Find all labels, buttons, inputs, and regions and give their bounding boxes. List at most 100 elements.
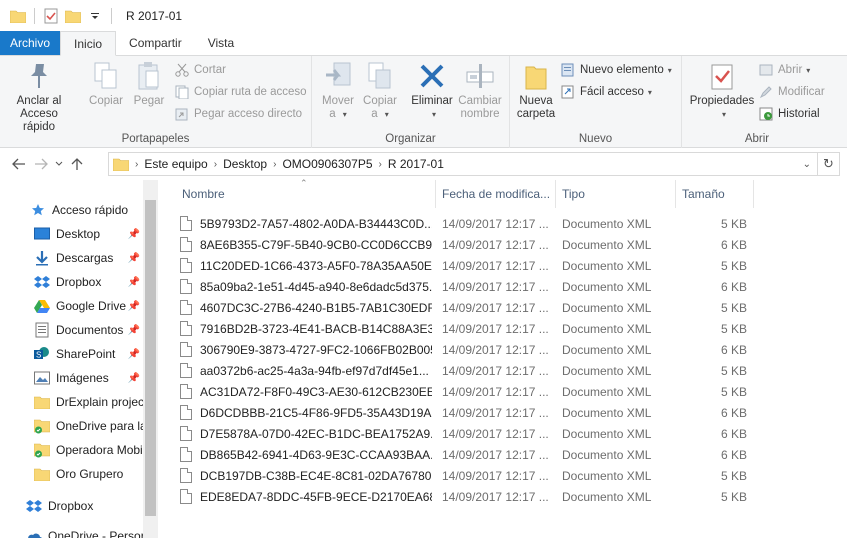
file-row[interactable]: AC31DA72-F8F0-49C3-AE30-612CB230EE... 14/… [180, 381, 755, 402]
paste-button[interactable]: Pegar [130, 60, 168, 108]
breadcrumb-omo[interactable]: OMO0906307P5 [282, 157, 372, 171]
file-name-cell: 306790E9-3873-4727-9FC2-1066FB02B005... [180, 339, 432, 360]
file-row[interactable]: EDE8EDA7-8DDC-45FB-9ECE-D2170EA68... 14/0… [180, 486, 755, 507]
nav-item-onedrive-personal[interactable]: OneDrive - Persor [26, 525, 143, 538]
nav-item-drexplain[interactable]: DrExplain projec [34, 391, 143, 413]
pin-icon[interactable]: 📌 [128, 253, 140, 264]
file-row[interactable]: 11C20DED-1C66-4373-A5F0-78A35AA50E... 14/… [180, 255, 755, 276]
file-name-cell: DB865B42-6941-4D63-9E3C-CCAA93BAA... [180, 444, 432, 465]
file-row[interactable]: aa0372b6-ac25-4a3a-94fb-ef97d7df45e1... 1… [180, 360, 755, 381]
properties-button[interactable]: Propiedades ▾ [686, 60, 758, 121]
column-header-date[interactable]: Fecha de modifica... [436, 180, 556, 208]
cut-button[interactable]: Cortar [174, 60, 226, 80]
new-folder-qat-icon[interactable] [65, 8, 81, 24]
file-row[interactable]: DB865B42-6941-4D63-9E3C-CCAA93BAA... 14/0… [180, 444, 755, 465]
pin-icon[interactable]: 📌 [128, 301, 140, 312]
new-folder-button[interactable]: Nueva carpeta [516, 60, 556, 121]
file-row[interactable]: 8AE6B355-C79F-5B40-9CB0-CC0D6CCB9... 14/0… [180, 234, 755, 255]
file-type: Documento XML [562, 300, 652, 315]
pin-icon[interactable]: 📌 [128, 373, 140, 384]
nav-item-descargas[interactable]: Descargas 📌 [34, 247, 143, 269]
open-button[interactable]: Abrir ▾ [758, 60, 810, 80]
nav-item-quick-access[interactable]: Acceso rápido [30, 199, 143, 221]
xml-file-icon [180, 489, 192, 504]
nav-label: Documentos [56, 323, 124, 337]
copy-to-button[interactable]: Copiar a ▾ [360, 60, 400, 121]
file-row[interactable]: 85a09ba2-1e51-4d45-a940-8e6dadc5d375... 1… [180, 276, 755, 297]
history-icon [758, 106, 774, 122]
pin-icon[interactable]: 📌 [128, 229, 140, 240]
tab-compartir[interactable]: Compartir [116, 31, 195, 55]
file-size: 6 KB [720, 405, 747, 420]
crumb-separator-icon[interactable]: › [379, 159, 382, 170]
new-item-button[interactable]: Nuevo elemento ▾ [560, 60, 672, 80]
new-folder-label-2: carpeta [516, 108, 556, 120]
pin-icon[interactable]: 📌 [128, 349, 140, 360]
file-date: 14/09/2017 12:17 ... [442, 258, 549, 273]
column-header-type[interactable]: Tipo [556, 180, 676, 208]
copy-button[interactable]: Copiar [86, 60, 126, 108]
file-row[interactable]: D6DCDBBB-21C5-4F86-9FD5-35A43D19A... 14/0… [180, 402, 755, 423]
move-to-icon [322, 60, 354, 92]
tab-archivo[interactable]: Archivo [0, 31, 61, 55]
back-arrow-icon[interactable] [8, 153, 30, 175]
history-label: Historial [778, 108, 820, 120]
nav-item-desktop[interactable]: Desktop 📌 [34, 223, 143, 245]
crumb-separator-icon[interactable]: › [135, 159, 138, 170]
column-header-name[interactable]: Nombre [176, 180, 436, 208]
copy-path-button[interactable]: Copiar ruta de acceso [174, 82, 307, 102]
crumb-separator-icon[interactable]: › [214, 159, 217, 170]
nav-item-dropbox[interactable]: Dropbox 📌 [34, 271, 143, 293]
file-row[interactable]: D7E5878A-07D0-42EC-B1DC-BEA1752A9... 14/0… [180, 423, 755, 444]
nav-item-google-drive[interactable]: Google Drive 📌 [34, 295, 143, 317]
rename-button[interactable]: Cambiar nombre [456, 60, 504, 121]
tab-vista[interactable]: Vista [195, 31, 247, 55]
refresh-icon[interactable]: ↻ [818, 152, 840, 176]
pin-quick-access-button[interactable]: Anclar al Acceso rápido [8, 60, 70, 134]
file-name-cell: AC31DA72-F8F0-49C3-AE30-612CB230EE... [180, 381, 432, 402]
crumb-separator-icon[interactable]: › [273, 159, 276, 170]
file-row[interactable]: 4607DC3C-27B6-4240-B1B5-7AB1C30EDF... 14/… [180, 297, 755, 318]
nav-item-oro-grupero[interactable]: Oro Grupero [34, 463, 143, 485]
nav-item-dropbox-root[interactable]: Dropbox [26, 495, 143, 517]
easy-access-button[interactable]: Fácil acceso ▾ [560, 82, 652, 102]
recent-locations-chevron-icon[interactable] [52, 153, 66, 175]
nav-scrollbar[interactable] [143, 180, 158, 538]
column-header-size[interactable]: Tamaño [676, 180, 754, 208]
pin-icon[interactable]: 📌 [128, 325, 140, 336]
breadcrumb-este-equipo[interactable]: Este equipo [144, 157, 207, 171]
file-row[interactable]: 306790E9-3873-4727-9FC2-1066FB02B005... 1… [180, 339, 755, 360]
breadcrumb-current[interactable]: R 2017-01 [388, 157, 444, 171]
address-dropdown-chevron-icon[interactable]: ⌄ [803, 159, 811, 170]
move-to-button[interactable]: Mover a ▾ [318, 60, 358, 121]
paste-shortcut-button[interactable]: Pegar acceso directo [174, 104, 302, 124]
file-list: ⌃ Nombre Fecha de modifica... Tipo Tamañ… [160, 178, 847, 538]
xml-file-icon [180, 237, 192, 252]
pin-icon[interactable]: 📌 [128, 277, 140, 288]
breadcrumb-desktop[interactable]: Desktop [223, 157, 267, 171]
customize-qat-icon[interactable] [87, 8, 103, 24]
address-bar[interactable]: › Este equipo › Desktop › OMO0906307P5 ›… [108, 152, 818, 176]
nav-item-onedrive-para-la[interactable]: OneDrive para la [34, 415, 143, 437]
nav-scrollbar-thumb[interactable] [145, 200, 156, 516]
up-arrow-icon[interactable] [66, 153, 88, 175]
nav-item-operadora[interactable]: Operadora Mobi [34, 439, 143, 461]
nav-item-sharepoint[interactable]: S SharePoint 📌 [34, 343, 143, 365]
history-button[interactable]: Historial [758, 104, 820, 124]
nav-item-imagenes[interactable]: Imágenes 📌 [34, 367, 143, 389]
properties-qat-icon[interactable] [43, 8, 59, 24]
file-row[interactable]: 5B9793D2-7A57-4802-A0DA-B34443C0D... 14/0… [180, 213, 755, 234]
delete-button[interactable]: Eliminar ▾ [409, 60, 455, 121]
open-icon [758, 62, 774, 78]
file-row[interactable]: 7916BD2B-3723-4E41-BACB-B14C88A3E3... 14/… [180, 318, 755, 339]
forward-arrow-icon[interactable] [30, 153, 52, 175]
file-row[interactable]: DCB197DB-C38B-EC4E-8C81-02DA76780... 14/0… [180, 465, 755, 486]
nav-item-documentos[interactable]: Documentos 📌 [34, 319, 143, 341]
xml-file-icon [180, 321, 192, 336]
modify-button[interactable]: Modificar [758, 82, 825, 102]
file-type: Documento XML [562, 216, 652, 231]
group-label-portapapeles: Portapapeles [121, 133, 190, 145]
tab-inicio[interactable]: Inicio [60, 31, 117, 56]
file-name-cell: D6DCDBBB-21C5-4F86-9FD5-35A43D19A... [180, 402, 432, 423]
easy-access-caret-icon: ▾ [647, 87, 652, 97]
